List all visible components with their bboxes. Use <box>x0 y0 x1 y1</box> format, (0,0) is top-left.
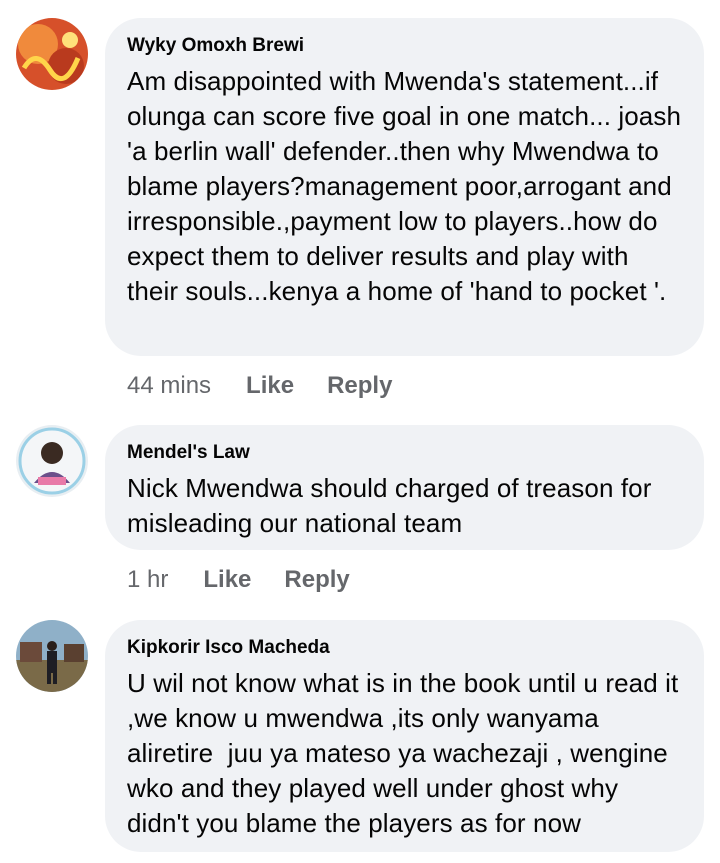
comment-author[interactable]: Mendel's Law <box>127 441 682 465</box>
like-button[interactable]: Like <box>246 372 294 400</box>
comment-bubble: Kipkorir Isco Macheda U wil not know wha… <box>105 620 704 852</box>
comment-author[interactable]: Wyky Omoxh Brewi <box>127 34 682 58</box>
comment-bubble: Wyky Omoxh Brewi Am disappointed with Mw… <box>105 18 704 356</box>
comment-actions: 44 mins Like Reply <box>127 372 425 400</box>
comment-actions: 1 hr Like Reply <box>127 566 383 594</box>
comment-bubble: Mendel's Law Nick Mwendwa should charged… <box>105 425 704 550</box>
like-button[interactable]: Like <box>203 566 251 594</box>
reply-button[interactable]: Reply <box>327 372 392 400</box>
comment-text: Am disappointed with Mwenda's statement.… <box>127 66 689 306</box>
comment-author[interactable]: Kipkorir Isco Macheda <box>127 636 682 660</box>
comment-timestamp[interactable]: 44 mins <box>127 372 211 400</box>
avatar[interactable] <box>16 620 88 692</box>
avatar[interactable] <box>16 18 88 90</box>
avatar[interactable] <box>16 425 88 497</box>
comment-text: Nick Mwendwa should charged of treason f… <box>127 473 659 538</box>
comment-timestamp[interactable]: 1 hr <box>127 566 168 594</box>
comment-text: U wil not know what is in the book until… <box>127 668 686 838</box>
reply-button[interactable]: Reply <box>284 566 349 594</box>
